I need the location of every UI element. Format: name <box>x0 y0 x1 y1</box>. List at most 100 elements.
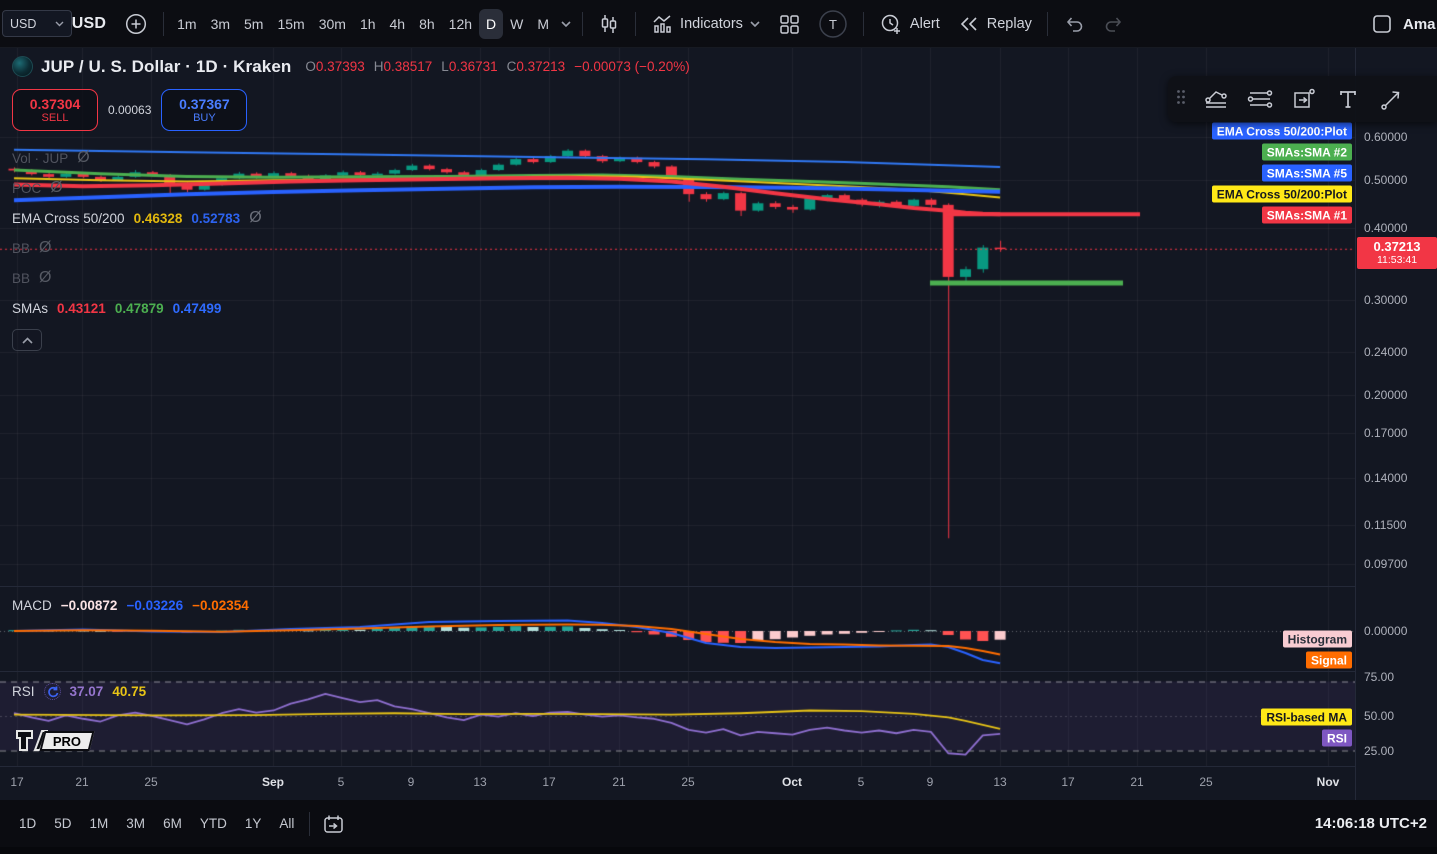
time-tick-Oct: Oct <box>782 775 802 789</box>
price-tick-0.14000: 0.14000 <box>1364 471 1407 485</box>
regression-trend-tool-button[interactable] <box>1194 79 1238 119</box>
legend-row-2[interactable]: EMA Cross 50/2000.463280.52783Ø <box>12 203 690 233</box>
time-axis[interactable]: 172125Sep5913172125Oct5913172125Nov <box>0 766 1437 800</box>
range-button-YTD[interactable]: YTD <box>191 812 236 835</box>
legend-row-name: BB <box>12 241 30 256</box>
macd-legend[interactable]: MACD −0.00872 −0.03226 −0.02354 <box>12 598 249 613</box>
buy-button[interactable]: 0.37367 BUY <box>161 89 247 131</box>
time-tick-13: 13 <box>473 775 486 789</box>
price-tick-0.30000: 0.30000 <box>1364 293 1407 307</box>
open-label: O <box>305 59 316 74</box>
alert-button[interactable]: Alert <box>870 7 949 41</box>
pane-separator[interactable] <box>0 671 1437 672</box>
eye-off-icon[interactable]: Ø <box>50 179 62 197</box>
toolbar-divider <box>1047 12 1048 36</box>
price-tick-0.20000: 0.20000 <box>1364 388 1407 402</box>
close-label: C <box>507 59 517 74</box>
interval-button-1h[interactable]: 1h <box>353 9 383 39</box>
change-value: −0.00073 (−0.20%) <box>574 59 690 74</box>
drag-handle-icon[interactable] <box>1168 89 1194 110</box>
text-tool-button[interactable] <box>1326 79 1370 119</box>
layout-grid-button[interactable] <box>769 7 809 41</box>
scale-chip-5: Histogram <box>1283 631 1352 648</box>
legend-collapse-button[interactable] <box>12 329 42 351</box>
save-layout-icon[interactable] <box>1371 13 1393 35</box>
time-tick-17: 17 <box>542 775 555 789</box>
window-bottom-edge <box>0 847 1437 854</box>
price-tick-50.00: 50.00 <box>1364 709 1394 723</box>
interval-button-15m[interactable]: 15m <box>270 9 311 39</box>
eye-off-icon[interactable]: Ø <box>77 149 89 167</box>
price-axis[interactable]: 0.600000.500000.400000.300000.240000.200… <box>1355 48 1437 800</box>
legend-row-name: EMA Cross 50/200 <box>12 211 125 226</box>
template-t-icon: T <box>818 9 848 39</box>
replay-button[interactable]: Replay <box>949 7 1041 41</box>
go-to-date-button[interactable] <box>316 808 352 840</box>
range-button-3M[interactable]: 3M <box>117 812 154 835</box>
price-tick-0.11500: 0.11500 <box>1364 518 1407 532</box>
indicators-button[interactable]: Indicators <box>642 7 769 41</box>
range-button-5D[interactable]: 5D <box>45 812 80 835</box>
horizontal-line-tool-button[interactable] <box>1238 79 1282 119</box>
legend-row-value: 0.47499 <box>173 301 222 316</box>
legend-row-0[interactable]: Vol · JUPØ <box>12 143 690 173</box>
redo-button[interactable] <box>1094 7 1134 41</box>
legend-row-1[interactable]: POCØ <box>12 173 690 203</box>
range-button-1D[interactable]: 1D <box>10 812 45 835</box>
interval-button-M[interactable]: M <box>530 9 556 39</box>
time-tick-9: 9 <box>927 775 934 789</box>
clock-timezone[interactable]: 14:06:18 UTC+2 <box>1315 815 1427 832</box>
layout-name[interactable]: Ama <box>1403 16 1437 33</box>
interval-button-8h[interactable]: 8h <box>412 9 442 39</box>
date-price-range-tool-button[interactable] <box>1282 79 1326 119</box>
spread-value: 0.00063 <box>108 103 151 117</box>
chevron-down-icon <box>561 21 571 27</box>
pane-separator[interactable] <box>0 586 1437 587</box>
rsi-sync-icon[interactable] <box>44 683 61 700</box>
symbol-title[interactable]: JUP / U. S. Dollar · 1D · Kraken <box>41 57 291 77</box>
compare-add-symbol-button[interactable] <box>115 7 157 41</box>
legend-row-5[interactable]: SMAs0.431210.478790.47499 <box>12 293 690 323</box>
legend-row-3[interactable]: BB Ø <box>12 233 690 263</box>
interval-button-12h[interactable]: 12h <box>442 9 479 39</box>
eye-off-icon[interactable]: Ø <box>39 239 51 257</box>
eye-off-icon[interactable]: Ø <box>249 209 261 227</box>
time-tick-21: 21 <box>612 775 625 789</box>
range-button-6M[interactable]: 6M <box>154 812 191 835</box>
price-tick-0.09700: 0.09700 <box>1364 557 1407 571</box>
template-button[interactable]: T <box>809 7 857 41</box>
undo-button[interactable] <box>1054 7 1094 41</box>
floating-drawing-toolbar <box>1168 76 1437 122</box>
time-tick-13: 13 <box>993 775 1006 789</box>
countdown-timer: 11:53:41 <box>1357 254 1437 266</box>
arrow-tool-button[interactable] <box>1370 79 1414 119</box>
alert-clock-icon <box>879 12 903 36</box>
chart-style-button[interactable] <box>589 7 629 41</box>
rsi-legend[interactable]: RSI 37.07 40.75 <box>12 683 146 700</box>
symbol-header-row[interactable]: JUP / U. S. Dollar · 1D · Kraken O0.3739… <box>12 56 690 77</box>
range-button-1M[interactable]: 1M <box>81 812 118 835</box>
interval-dropdown-button[interactable] <box>556 7 576 41</box>
interval-button-30m[interactable]: 30m <box>312 9 353 39</box>
currency-selector[interactable]: USD <box>2 10 72 37</box>
low-value: 0.36731 <box>449 59 498 74</box>
svg-text:T: T <box>829 17 837 32</box>
interval-button-1m[interactable]: 1m <box>170 9 203 39</box>
legend-row-4[interactable]: BBØ <box>12 263 690 293</box>
time-tick-21: 21 <box>75 775 88 789</box>
interval-button-5m[interactable]: 5m <box>237 9 270 39</box>
price-tick-25.00: 25.00 <box>1364 744 1394 758</box>
tradingview-pro-watermark[interactable]: PRO <box>14 727 92 754</box>
eye-off-icon[interactable]: Ø <box>39 269 51 287</box>
interval-button-D[interactable]: D <box>479 9 503 39</box>
sell-button[interactable]: 0.37304 SELL <box>12 89 98 131</box>
range-button-1Y[interactable]: 1Y <box>236 812 271 835</box>
interval-button-W[interactable]: W <box>503 9 530 39</box>
time-tick-Nov: Nov <box>1317 775 1340 789</box>
range-button-All[interactable]: All <box>270 812 303 835</box>
legend-row-value: 0.52783 <box>191 211 240 226</box>
time-tick-25: 25 <box>1199 775 1212 789</box>
last-price-chip: 0.37213 11:53:41 <box>1357 237 1437 269</box>
interval-button-3m[interactable]: 3m <box>204 9 237 39</box>
interval-button-4h[interactable]: 4h <box>383 9 413 39</box>
